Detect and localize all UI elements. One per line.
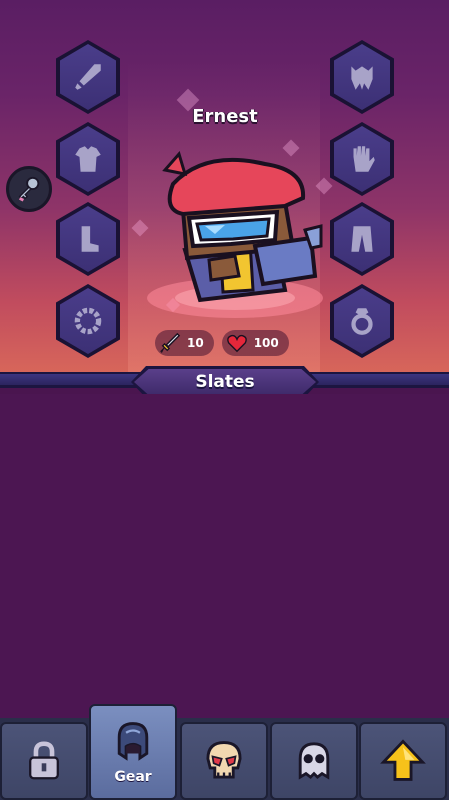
key-button[interactable] <box>6 166 52 212</box>
heart-icon <box>226 334 247 353</box>
ghost-icon <box>298 742 330 780</box>
nav-enemies-button[interactable] <box>180 722 268 800</box>
hero-character[interactable] <box>145 140 325 320</box>
key-icon <box>18 176 40 202</box>
health-stat: 100 <box>221 330 289 356</box>
helmet-icon <box>351 66 373 90</box>
skull-icon <box>206 741 242 779</box>
nav-locked-button[interactable] <box>0 722 88 800</box>
slates-content <box>0 394 449 720</box>
attack-stat: 10 <box>155 330 214 356</box>
nav-ghost-button[interactable] <box>270 722 358 800</box>
boot-icon <box>81 226 99 252</box>
glove-icon <box>353 146 375 172</box>
bracelet-icon <box>74 307 102 335</box>
ring-icon <box>351 308 373 335</box>
slates-title: Slates <box>134 369 316 395</box>
helmet-icon <box>117 722 149 761</box>
lock-icon <box>29 741 59 780</box>
hero-name: Ernest <box>192 106 258 127</box>
nav-gear-button[interactable]: Gear <box>89 704 177 800</box>
hero-stats: 10 100 <box>155 330 289 358</box>
armor-icon <box>75 146 101 172</box>
nav-upgrade-button[interactable] <box>359 722 447 800</box>
arrow-up-icon <box>380 739 426 781</box>
sword-icon <box>75 64 101 90</box>
health-value: 100 <box>253 336 279 350</box>
dagger-icon <box>160 332 181 353</box>
attack-value: 10 <box>187 336 204 350</box>
nav-gear-label: Gear <box>114 769 152 785</box>
pants-icon <box>351 226 373 252</box>
